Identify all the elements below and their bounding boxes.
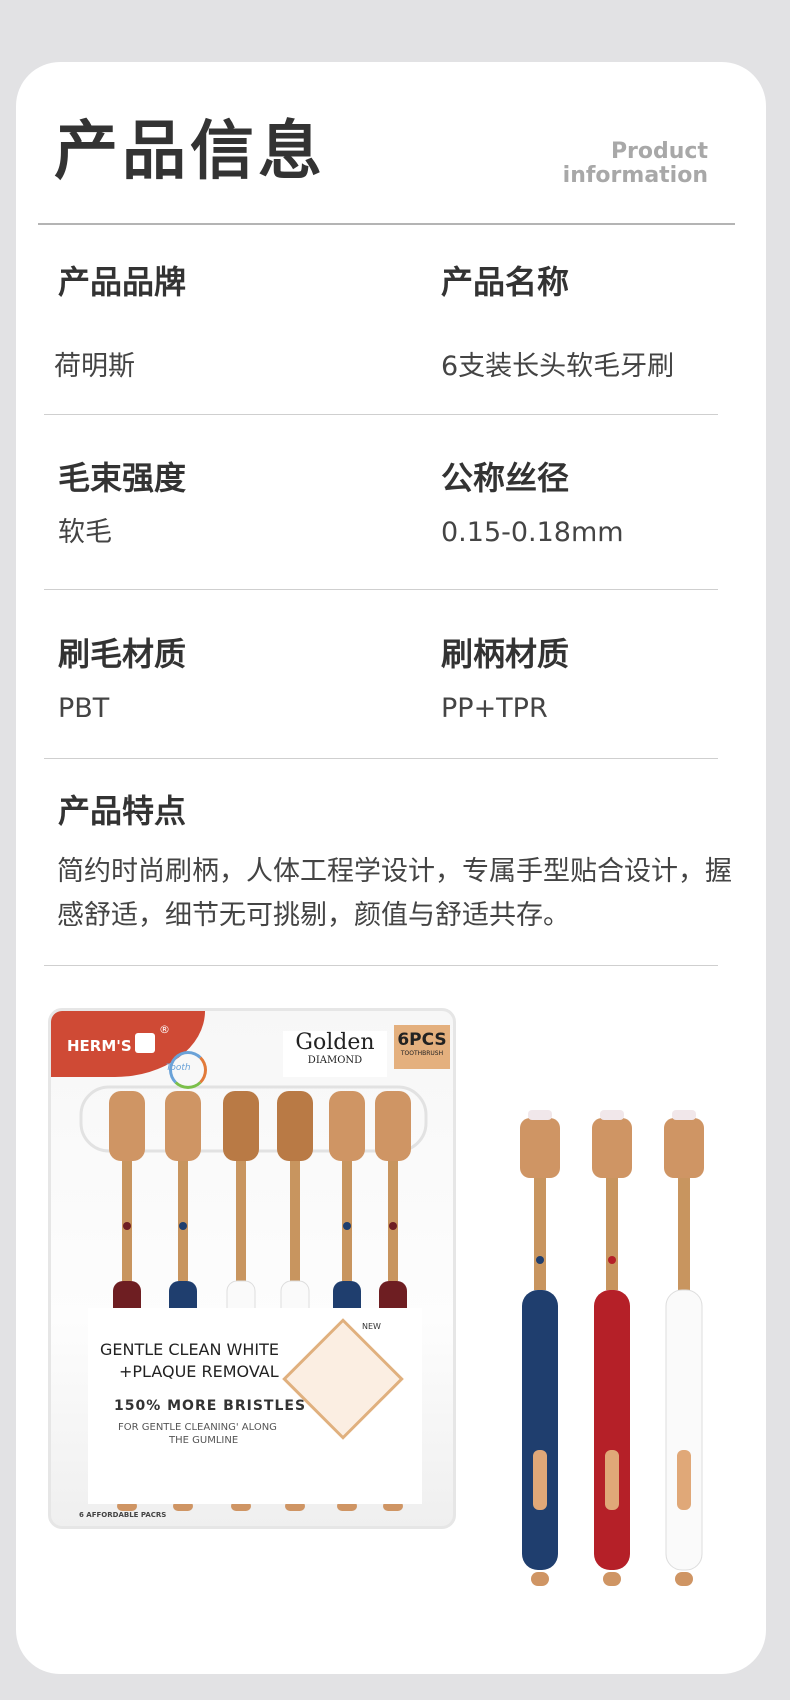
package-footer: 6 AFFORDABLE PACRS — [79, 1511, 167, 1519]
diameter-label: 公称丝径 — [441, 459, 570, 497]
handle-value: PP+TPR — [441, 693, 548, 724]
brand-logo-text: HERM'S — [67, 1037, 132, 1055]
title-divider — [38, 223, 735, 225]
tooth-logo-text: Tooth — [166, 1063, 191, 1073]
pcs-subtitle: TOOTHBRUSH — [400, 1050, 444, 1057]
cross-logo-icon — [135, 1033, 155, 1053]
loose-brush-navy — [520, 1110, 560, 1586]
package-info-card: GENTLE CLEAN WHITE +PLAQUE REMOVAL 150% … — [88, 1308, 422, 1504]
row-divider — [44, 414, 718, 415]
diamond-text: DIAMOND — [307, 1055, 363, 1066]
row-divider — [44, 589, 718, 590]
features-text: 简约时尚刷柄，人体工程学设计，专属手型贴合设计，握感舒适，细节无可挑剔，颜值与舒… — [57, 856, 732, 931]
row-divider — [44, 965, 718, 966]
golden-text: Golden — [295, 1030, 375, 1055]
loose-brush-red — [592, 1110, 632, 1586]
page-title-english: Product information — [563, 140, 708, 188]
diameter-value: 0.15-0.18mm — [441, 517, 624, 548]
strength-value: 软毛 — [58, 517, 112, 548]
title-en-line1: Product — [610, 139, 708, 164]
bristles-claim: 150% MORE BRISTLES' — [114, 1398, 312, 1414]
features-label: 产品特点 — [58, 792, 187, 830]
tooth-logo: Tooth — [166, 1051, 207, 1089]
diamond-emblem-icon — [282, 1318, 404, 1440]
registered-mark: ® — [159, 1023, 170, 1036]
brand-label: 产品品牌 — [58, 263, 187, 301]
handle-label: 刷柄材质 — [441, 635, 570, 673]
loose-toothbrushes — [520, 1110, 704, 1586]
loose-brush-white — [664, 1110, 704, 1586]
claim-line-2: +PLAQUE REMOVAL — [119, 1362, 279, 1381]
bristle-label: 刷毛材质 — [58, 635, 187, 673]
claim-line-5: THE GUMLINE — [169, 1435, 239, 1446]
title-en-line2: information — [562, 163, 708, 188]
name-value: 6支装长头软毛牙刷 — [441, 351, 675, 382]
strength-label: 毛束强度 — [58, 459, 187, 497]
toothbrush-package: HERM'S ® Tooth Golden DIAMOND 6PCS TOOTH… — [48, 1008, 456, 1529]
claim-line-1: GENTLE CLEAN WHITE — [100, 1340, 280, 1359]
row-divider — [44, 758, 718, 759]
pcs-count: 6PCS — [397, 1030, 447, 1050]
name-label: 产品名称 — [441, 263, 570, 301]
new-badge: NEW — [362, 1322, 381, 1331]
brand-value: 荷明斯 — [54, 351, 135, 382]
pcs-badge: 6PCS TOOTHBRUSH — [394, 1025, 450, 1069]
golden-diamond-label: Golden DIAMOND — [283, 1031, 387, 1077]
bristle-value: PBT — [58, 693, 110, 724]
claim-line-4: FOR GENTLE CLEANING' ALONG — [118, 1422, 277, 1433]
page-title: 产品信息 — [54, 115, 326, 189]
